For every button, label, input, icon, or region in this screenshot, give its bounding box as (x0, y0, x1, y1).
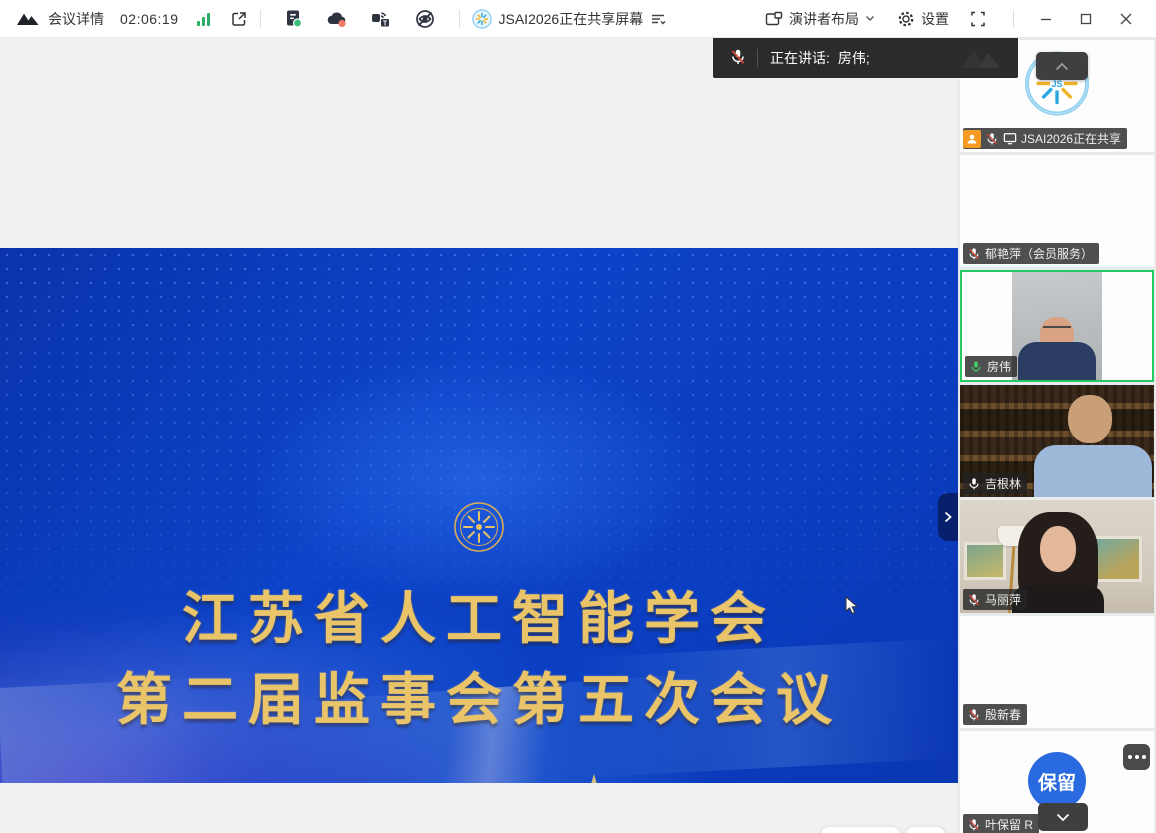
city-skyline (330, 768, 890, 783)
fullscreen-button[interactable] (969, 10, 987, 28)
pop-out-icon[interactable] (230, 10, 248, 28)
sidebar-scroll-down-button[interactable] (1038, 803, 1088, 831)
presentation-slide: 江苏省人工智能学会 第二届监事会第五次会议 江苏省人工智能学会 2026.04.… (0, 248, 958, 783)
mic-muted-icon (985, 132, 999, 146)
sharing-status: JSAI2026正在共享屏幕 (472, 9, 667, 29)
chevron-right-icon (944, 511, 952, 523)
participant-name: 叶保留 R (985, 816, 1033, 833)
divider (757, 49, 758, 67)
sharing-status-text: JSAI2026正在共享屏幕 (499, 9, 644, 29)
divider (260, 10, 261, 28)
zoom-button[interactable] (906, 827, 945, 833)
sidebar-collapse-button[interactable] (1036, 52, 1088, 80)
participant-label: 马丽萍 (963, 589, 1027, 610)
participant-tile-yuyanping[interactable]: 郁艳萍（会员服务） (960, 155, 1154, 267)
participant-avatar: 保留 (1028, 752, 1086, 810)
mic-on-icon (967, 477, 981, 491)
participant-label: JSAI2026正在共享 (963, 128, 1127, 149)
layout-switch-button[interactable]: 演讲者布局 (765, 9, 875, 29)
chevron-down-icon (865, 15, 875, 22)
chevron-up-icon (1055, 62, 1069, 71)
close-button[interactable] (1106, 0, 1146, 38)
participant-name: 殷新春 (985, 706, 1021, 723)
participant-tile-jigenlin[interactable]: 吉根林 (960, 385, 1154, 497)
chevron-down-icon (1056, 813, 1070, 822)
shared-screen-area: 江苏省人工智能学会 第二届监事会第五次会议 江苏省人工智能学会 2026.04.… (0, 38, 958, 833)
tile-more-options-button[interactable] (1123, 744, 1150, 770)
divider (459, 10, 460, 28)
maximize-button[interactable] (1066, 0, 1106, 38)
mic-muted-icon (967, 708, 981, 722)
participant-label: 殷新春 (963, 704, 1027, 725)
participant-video (964, 542, 1006, 580)
slide-title-line2: 第二届监事会第五次会议 (0, 659, 958, 740)
mic-muted-icon (967, 247, 981, 261)
minimize-button[interactable] (1026, 0, 1066, 38)
speaking-toast: 正在讲话: 房伟; (713, 38, 1018, 78)
screen-share-icon (1003, 132, 1017, 145)
participant-video (1012, 272, 1102, 380)
sharer-avatar (472, 9, 492, 29)
participant-name: 吉根林 (985, 475, 1021, 492)
slide-title-line1: 江苏省人工智能学会 (0, 578, 958, 659)
mic-muted-icon (967, 593, 981, 607)
participant-name: JSAI2026正在共享 (1021, 130, 1121, 147)
cloud-record-icon[interactable] (325, 8, 349, 30)
live-caption-icon[interactable]: T (369, 8, 393, 30)
settings-label: 设置 (921, 9, 949, 29)
speaking-label: 正在讲话: (770, 48, 830, 68)
settings-button[interactable]: 设置 (897, 9, 949, 29)
avatar-text: 保留 (1038, 768, 1076, 795)
slide-title: 江苏省人工智能学会 第二届监事会第五次会议 (0, 578, 958, 740)
society-emblem-icon (452, 500, 506, 554)
participant-name: 马丽萍 (985, 591, 1021, 608)
participant-name: 房伟 (987, 358, 1011, 375)
svg-text:T: T (382, 20, 387, 27)
participant-label: 房伟 (965, 356, 1017, 377)
share-options-icon[interactable] (650, 12, 666, 26)
svg-text:JS: JS (1051, 79, 1062, 89)
recording-doc-icon[interactable] (283, 8, 305, 30)
sharer-badge-icon (963, 130, 981, 148)
gear-icon (897, 10, 915, 28)
participant-label: 叶保留 R (963, 814, 1039, 833)
app-logo-icon (16, 10, 40, 28)
participant-name: 郁艳萍（会员服务） (985, 245, 1093, 262)
participant-video (1068, 395, 1112, 443)
participant-tile-maliping[interactable]: 马丽萍 (960, 500, 1154, 613)
participant-tile-yinxinchun[interactable]: 殷新春 (960, 616, 1154, 728)
participant-label: 吉根林 (963, 473, 1027, 494)
speaker-names: 房伟; (838, 48, 870, 68)
participant-label: 郁艳萍（会员服务） (963, 243, 1099, 264)
network-signal-icon (197, 12, 210, 26)
divider (1013, 10, 1014, 28)
meeting-window: 会议详情 02:06:19 (0, 0, 1156, 833)
watermark-logo-icon (960, 46, 1012, 72)
titlebar: 会议详情 02:06:19 (0, 0, 1156, 38)
mic-speaking-icon (969, 360, 983, 374)
titlebar-left: 会议详情 02:06:19 (0, 8, 472, 30)
meeting-timer: 02:06:19 (120, 11, 179, 27)
annotate-button[interactable]: 批注 (821, 827, 900, 833)
layout-label: 演讲者布局 (789, 9, 859, 29)
participant-tile-fangwei[interactable]: 房伟 (960, 270, 1154, 382)
privacy-hidden-icon[interactable] (413, 8, 437, 30)
mic-muted-icon (729, 48, 747, 69)
meeting-details-button[interactable]: 会议详情 (48, 9, 104, 29)
titlebar-right: 演讲者布局 设置 (765, 0, 1156, 38)
sidebar-expand-tab[interactable] (938, 493, 958, 541)
mic-muted-icon (967, 818, 981, 832)
